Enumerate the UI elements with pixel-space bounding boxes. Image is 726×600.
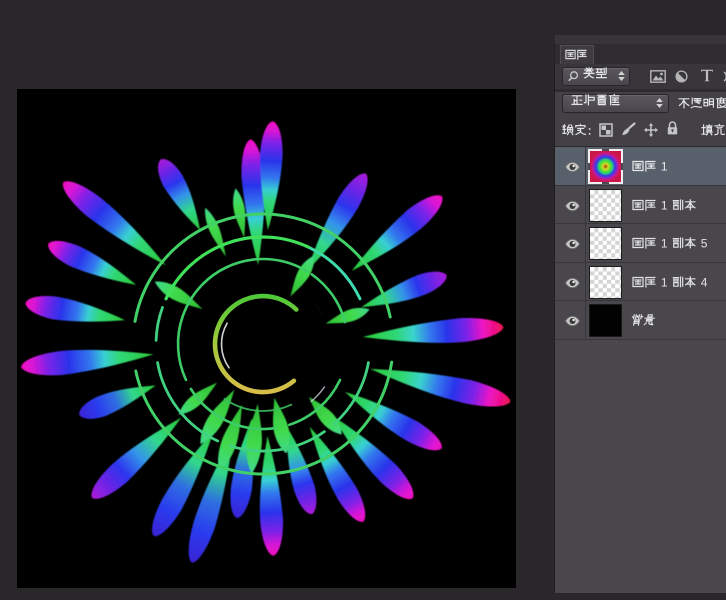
- svg-text:1: 1: [661, 198, 668, 212]
- svg-text:1: 1: [661, 237, 668, 251]
- svg-text:1: 1: [661, 275, 668, 289]
- svg-text:5: 5: [701, 237, 708, 251]
- svg-text:1: 1: [661, 160, 668, 174]
- svg-text:4: 4: [701, 275, 708, 289]
